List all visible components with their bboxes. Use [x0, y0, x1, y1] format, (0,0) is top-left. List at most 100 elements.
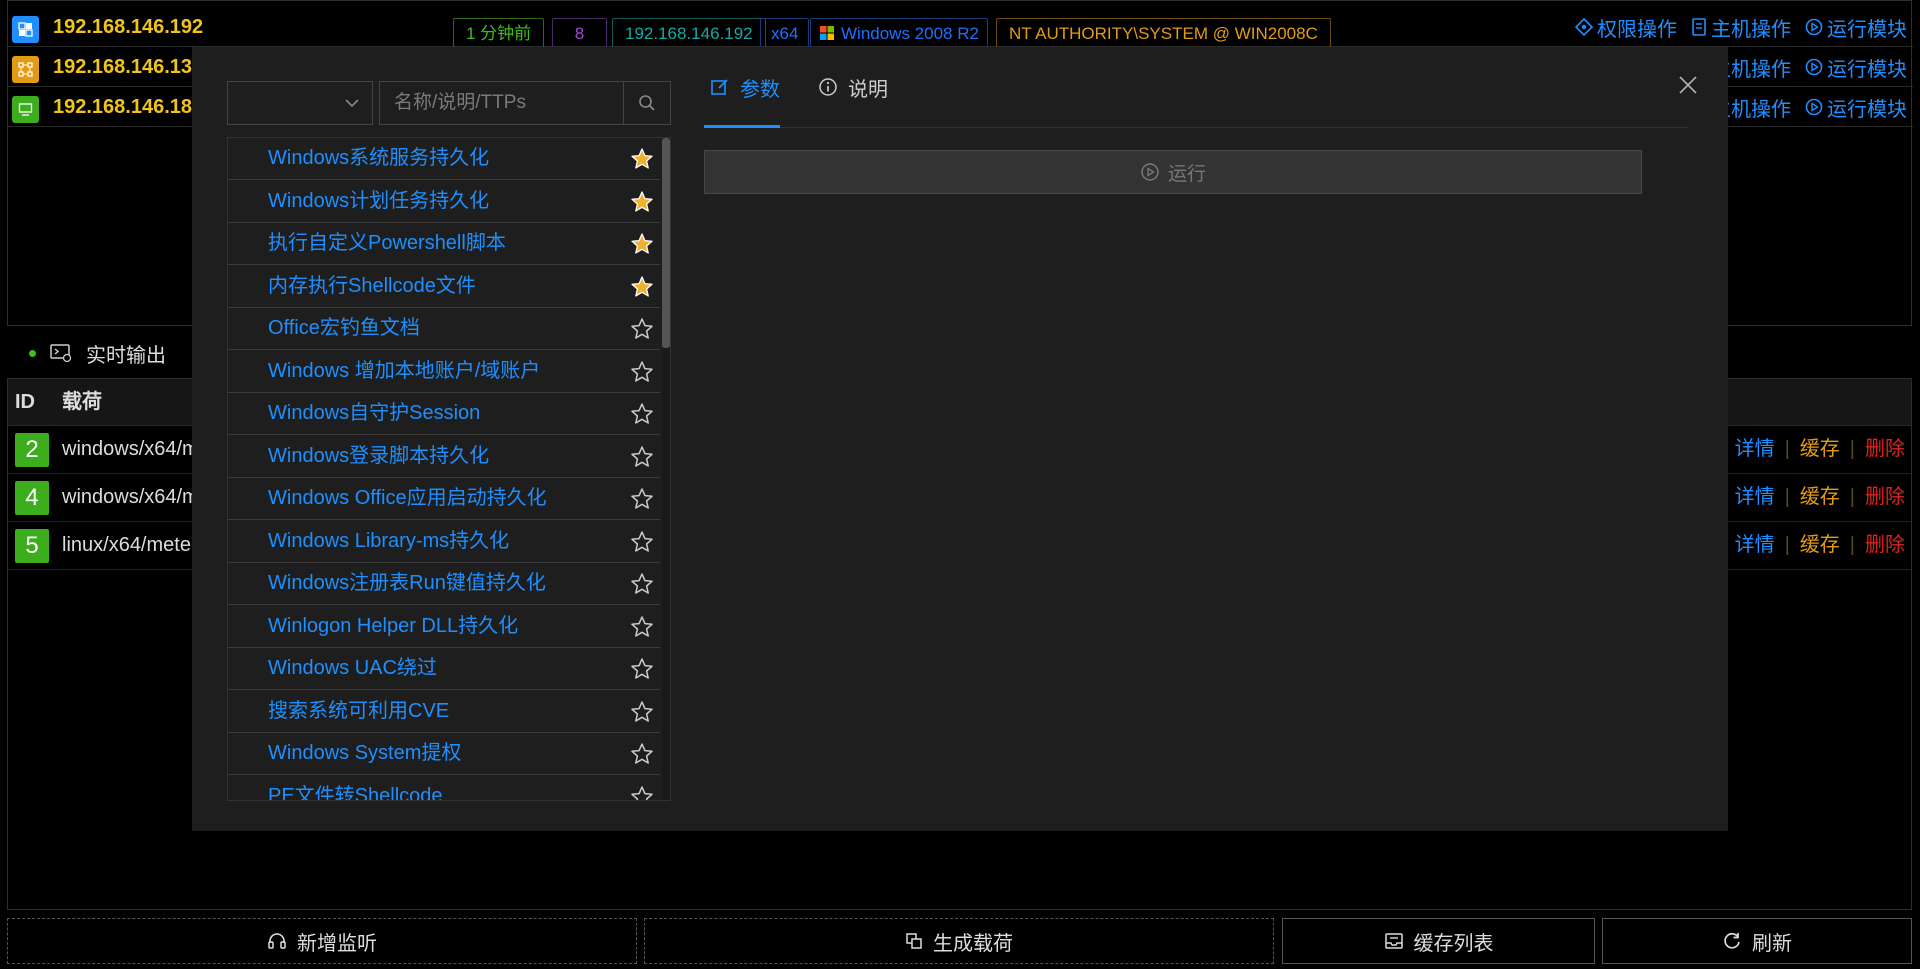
play-circle-icon — [1805, 18, 1823, 36]
module-item[interactable]: 内存执行Shellcode文件 — [228, 266, 660, 308]
star-outline-icon[interactable] — [630, 742, 654, 766]
refresh-button[interactable]: 刷新 — [1602, 918, 1912, 964]
session-ip[interactable]: 192.168.146.13 — [53, 47, 192, 87]
detail-link[interactable]: 详情 — [1735, 473, 1775, 521]
star-outline-icon[interactable] — [630, 360, 654, 384]
info-icon — [819, 78, 837, 96]
row-id-badge: 5 — [15, 529, 49, 563]
search-icon — [639, 95, 655, 111]
session-row[interactable]: 192.168.146.192 1 分钟前 8 192.168.146.192 … — [8, 7, 1913, 48]
module-item[interactable]: Winlogon Helper DLL持久化 — [228, 606, 660, 648]
star-outline-icon[interactable] — [630, 530, 654, 554]
module-name: Windows计划任务持久化 — [268, 189, 490, 212]
play-circle-icon — [1141, 163, 1159, 181]
star-outline-icon[interactable] — [630, 615, 654, 639]
module-name: 执行自定义Powershell脚本 — [268, 232, 506, 254]
target-icon — [1575, 18, 1593, 36]
module-item[interactable]: 执行自定义Powershell脚本 — [228, 223, 660, 265]
module-item[interactable]: Windows计划任务持久化 — [228, 181, 660, 223]
run-module-link[interactable]: 运行模块 — [1805, 93, 1907, 122]
star-outline-icon[interactable] — [630, 700, 654, 724]
document-icon — [1692, 18, 1706, 36]
row-id-badge: 4 — [15, 481, 49, 515]
play-circle-icon — [1805, 58, 1823, 76]
module-name: Windows登录脚本持久化 — [268, 444, 490, 467]
search-button[interactable] — [623, 82, 670, 124]
privilege-ops-link[interactable]: 权限操作 — [1575, 13, 1677, 42]
module-name: 搜索系统可利用CVE — [268, 699, 450, 722]
run-button[interactable]: 运行 — [704, 150, 1642, 194]
module-name: Windows System提权 — [268, 742, 462, 764]
session-ip[interactable]: 192.168.146.18 — [53, 87, 192, 127]
run-module-link[interactable]: 运行模块 — [1805, 13, 1907, 42]
star-outline-icon[interactable] — [630, 487, 654, 511]
star-outline-icon[interactable] — [630, 572, 654, 596]
last-seen-tag: 1 分钟前 — [453, 18, 545, 48]
module-name: Windows UAC绕过 — [268, 657, 437, 679]
tab-realtime-output[interactable]: 实时输出 — [7, 330, 166, 376]
session-ops: 权限操作 主机操作 运行模块 — [1575, 7, 1907, 47]
cache-link[interactable]: 缓存 — [1800, 425, 1840, 473]
run-module-link[interactable]: 运行模块 — [1805, 53, 1907, 82]
module-name: Windows系统服务持久化 — [268, 147, 490, 169]
delete-link[interactable]: 删除 — [1865, 521, 1905, 569]
module-item[interactable]: Windows登录脚本持久化 — [228, 436, 660, 478]
star-outline-icon[interactable] — [630, 317, 654, 341]
module-item[interactable]: Windows自守护Session — [228, 393, 660, 435]
scrollbar[interactable] — [662, 138, 670, 800]
module-name: Windows Library-ms持久化 — [268, 529, 510, 552]
category-select[interactable] — [227, 81, 373, 125]
generate-payload-button[interactable]: 生成载荷 — [644, 918, 1274, 964]
star-outline-icon[interactable] — [630, 445, 654, 469]
status-dot — [29, 349, 36, 357]
internal-ip-tag: 192.168.146.192 — [612, 18, 766, 48]
module-item[interactable]: 搜索系统可利用CVE — [228, 691, 660, 733]
module-item[interactable]: Windows 增加本地账户/域账户 — [228, 351, 660, 393]
module-item[interactable]: Windows System提权 — [228, 733, 660, 775]
star-filled-icon[interactable] — [630, 147, 654, 171]
module-item[interactable]: Windows Library-ms持久化 — [228, 521, 660, 563]
module-name: PE文件转Shellcode — [268, 784, 443, 801]
copy-icon — [906, 933, 922, 949]
row-payload: windows/x64/m — [62, 486, 199, 508]
delete-link[interactable]: 删除 — [1865, 473, 1905, 521]
pid-tag: 8 — [552, 18, 607, 48]
search-input[interactable] — [380, 82, 624, 124]
module-item[interactable]: Windows系统服务持久化 — [228, 138, 660, 180]
module-name: 内存执行Shellcode文件 — [268, 274, 476, 297]
module-item[interactable]: Office宏钓鱼文档 — [228, 308, 660, 350]
star-filled-icon[interactable] — [630, 232, 654, 256]
module-name: Windows注册表Run键值持久化 — [268, 572, 546, 594]
modal-tabs: 参数 说明 — [704, 47, 1688, 128]
delete-link[interactable]: 删除 — [1865, 425, 1905, 473]
monitor-icon — [12, 96, 39, 123]
module-name: Winlogon Helper DLL持久化 — [268, 614, 519, 637]
module-item[interactable]: Windows UAC绕过 — [228, 648, 660, 690]
module-item[interactable]: PE文件转Shellcode — [228, 776, 660, 801]
cache-link[interactable]: 缓存 — [1800, 473, 1840, 521]
session-ip[interactable]: 192.168.146.192 — [53, 7, 203, 47]
star-filled-icon[interactable] — [630, 275, 654, 299]
host-ops-link[interactable]: 主机操作 — [1691, 13, 1791, 42]
cache-link[interactable]: 缓存 — [1800, 521, 1840, 569]
run-module-modal: PE文件转Shellcode Windows System提权搜索系统可利用CVE… — [192, 47, 1728, 831]
module-item[interactable]: Windows Office应用启动持久化 — [228, 478, 660, 520]
arch-tag: x64 — [760, 18, 810, 48]
module-name: Office宏钓鱼文档 — [268, 317, 420, 339]
tab-params[interactable]: 参数 — [710, 47, 780, 127]
module-item[interactable]: Windows注册表Run键值持久化 — [228, 563, 660, 605]
new-listener-button[interactable]: 新增监听 — [7, 918, 637, 964]
play-circle-icon — [1805, 98, 1823, 116]
detail-link[interactable]: 详情 — [1735, 521, 1775, 569]
star-filled-icon[interactable] — [630, 190, 654, 214]
scrollbar-thumb[interactable] — [662, 138, 670, 348]
tab-description[interactable]: 说明 — [818, 47, 888, 127]
star-outline-icon[interactable] — [630, 402, 654, 426]
cache-list-button[interactable]: 缓存列表 — [1282, 918, 1595, 964]
row-payload: windows/x64/m — [62, 438, 199, 460]
detail-link[interactable]: 详情 — [1735, 425, 1775, 473]
star-outline-icon[interactable] — [630, 657, 654, 681]
star-outline-icon[interactable] — [630, 785, 654, 800]
close-icon[interactable] — [1678, 75, 1698, 95]
network-icon — [12, 56, 39, 83]
